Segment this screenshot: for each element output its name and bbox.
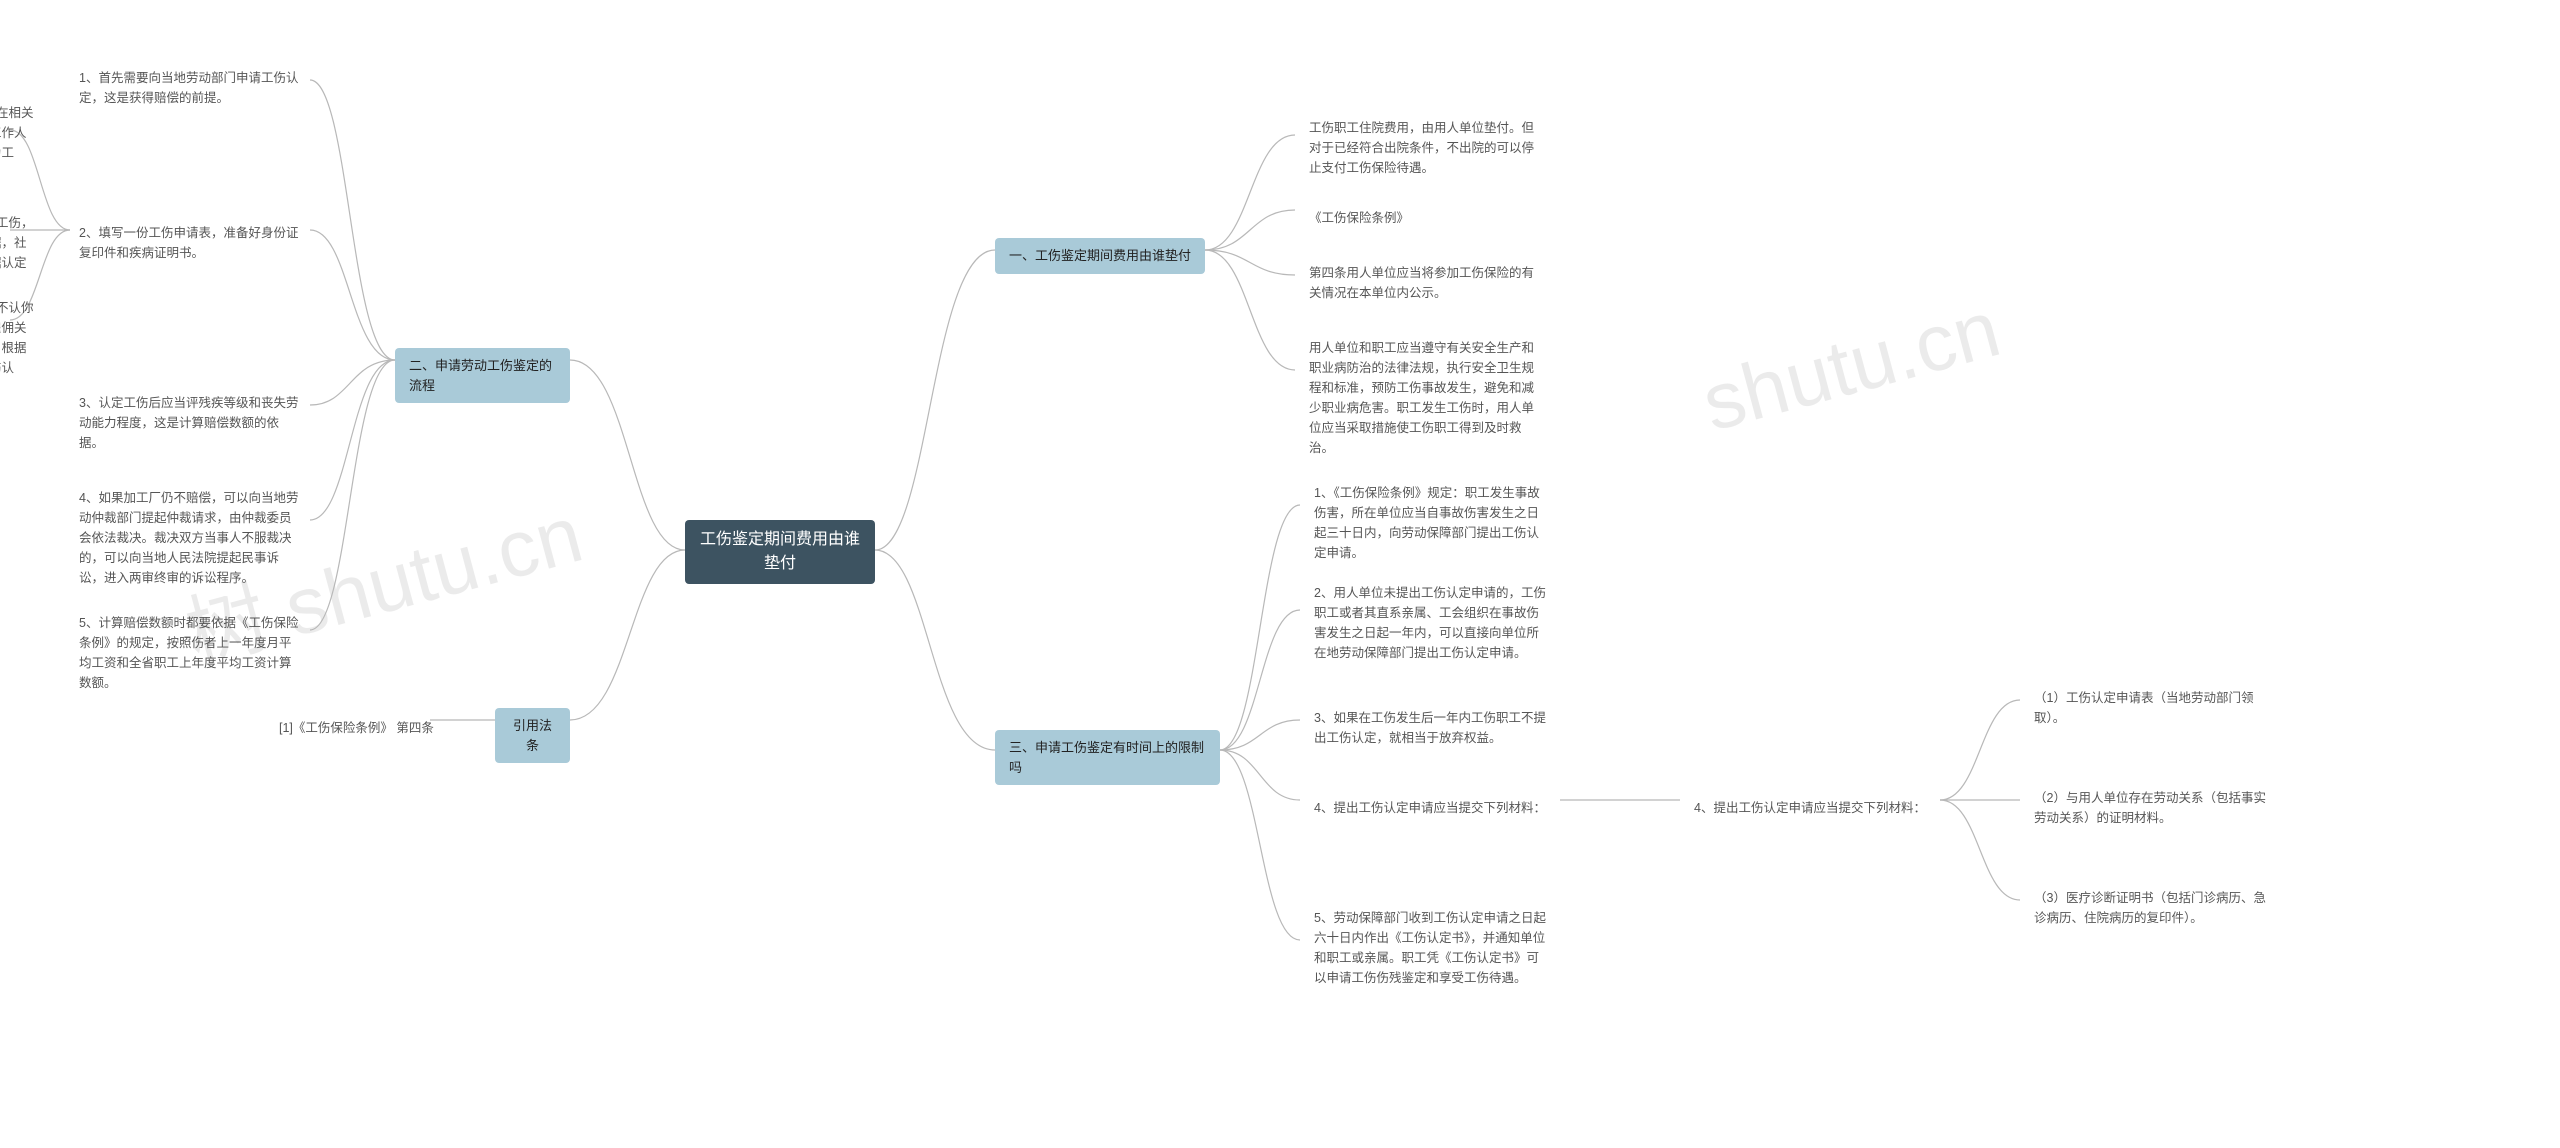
b3-leaf-4: 4、提出工伤认定申请应当提交下列材料：: [1300, 790, 1560, 826]
center-node: 工伤鉴定期间费用由谁垫付: [685, 520, 875, 584]
branch-3-title: 三、申请工伤鉴定有时间上的限制吗: [1009, 740, 1204, 775]
branch-2-title: 二、申请劳动工伤鉴定的流程: [409, 358, 552, 393]
branch-2: 二、申请劳动工伤鉴定的流程: [395, 348, 570, 403]
b3-sub4-1: （1）工伤认定申请表（当地劳动部门领取）。: [2020, 680, 2280, 736]
b2-leaf-3: 3、认定工伤后应当评残疾等级和丧失劳动能力程度，这是计算赔偿数额的依据。: [65, 385, 315, 461]
branch-law-title: 引用法条: [513, 718, 552, 753]
b2-leaf-2: 2、填写一份工伤申请表，准备好身份证复印件和疾病证明书。: [65, 215, 315, 271]
b3-leaf-1: 1、《工伤保险条例》规定：职工发生事故伤害，所在单位应当自事故伤害发生之日起三十…: [1300, 475, 1560, 571]
b2-sub2-1: （1）如果单位同意工伤就请法人在相关位置签字，盖单位公章。待社保工作人员调查后出…: [0, 95, 50, 191]
branch-1-title: 一、工伤鉴定期间费用由谁垫付: [1009, 248, 1191, 263]
b2-leaf-5: 5、计算赔偿数额时都要依据《工伤保险条例》的规定，按照伤者上一年度月平均工资和全…: [65, 605, 315, 701]
b2-leaf-4: 4、如果加工厂仍不赔偿，可以向当地劳动仲裁部门提起仲裁请求，由仲裁委员会依法裁决…: [65, 480, 315, 596]
watermark: shutu.cn: [1693, 282, 2009, 449]
b3-leaf-2: 2、用人单位未提出工伤认定申请的，工伤职工或者其直系亲属、工会组织在事故伤害发生…: [1300, 575, 1560, 671]
b1-leaf-2: 《工伤保险条例》: [1295, 200, 1423, 236]
b3-sub4-2: （2）与用人单位存在劳动关系（包括事实劳动关系）的证明材料。: [2020, 780, 2280, 836]
b2-sub2-2: （2）另外一种是单位不同意认定工伤，则由被申请单位提供不是工伤证据，社保机构会根…: [0, 205, 50, 301]
connector-lines: [0, 0, 2560, 1148]
b3-sub4-3: （3）医疗诊断证明书（包括门诊病历、急诊病历、住院病历的复印件）。: [2020, 880, 2280, 936]
b3-leaf-3: 3、如果在工伤发生后一年内工伤职工不提出工伤认定，就相当于放弃权益。: [1300, 700, 1560, 756]
branch-1: 一、工伤鉴定期间费用由谁垫付: [995, 238, 1205, 274]
b3-leaf-5: 5、劳动保障部门收到工伤认定申请之日起六十日内作出《工伤认定书》，并通知单位和职…: [1300, 900, 1560, 996]
b1-leaf-3: 第四条用人单位应当将参加工伤保险的有关情况在本单位内公示。: [1295, 255, 1555, 311]
branch-3: 三、申请工伤鉴定有时间上的限制吗: [995, 730, 1220, 785]
center-title: 工伤鉴定期间费用由谁垫付: [699, 528, 861, 576]
branch-law: 引用法条: [495, 708, 570, 763]
b3-sub4-caption: 4、提出工伤认定申请应当提交下列材料：: [1680, 790, 1940, 826]
b2-leaf-1: 1、首先需要向当地劳动部门申请工伤认定，这是获得赔偿的前提。: [65, 60, 315, 116]
law-leaf: [1]《工伤保险条例》 第四条: [265, 710, 448, 746]
b1-leaf-1: 工伤职工住院费用，由用人单位垫付。但对于已经符合出院条件，不出院的可以停止支付工…: [1295, 110, 1555, 186]
b2-sub2-3: （3）还有一种情况老板就是根本不认你是他的工人，就要先请你收集有雇佣关系的相关材…: [0, 290, 50, 406]
b1-leaf-4: 用人单位和职工应当遵守有关安全生产和职业病防治的法律法规，执行安全卫生规程和标准…: [1295, 330, 1555, 466]
